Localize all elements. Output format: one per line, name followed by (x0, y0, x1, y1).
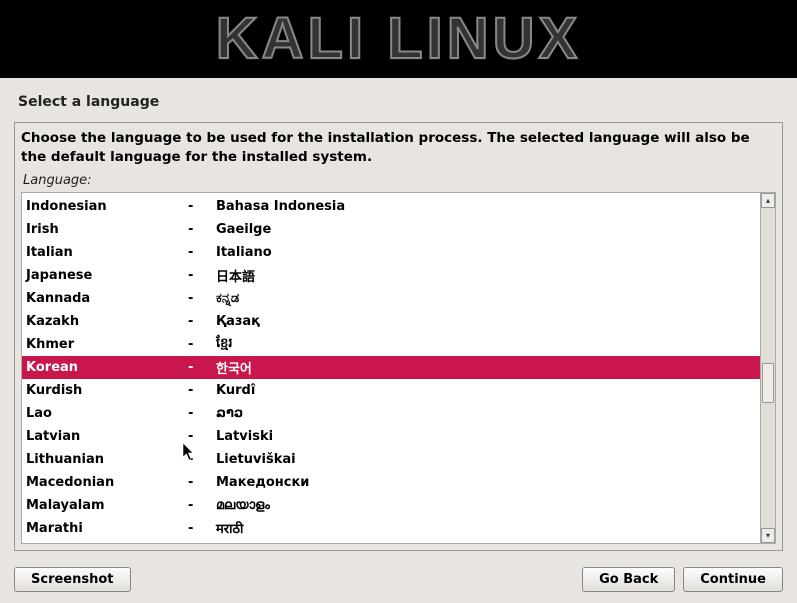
language-english-name: Korean (26, 360, 188, 375)
language-row[interactable]: Italian-Italiano (22, 241, 760, 264)
content-area: Select a language Choose the language to… (0, 78, 797, 551)
language-english-name: Italian (26, 245, 188, 260)
language-native-name: 日本語 (216, 266, 760, 285)
language-row[interactable]: Marathi-मराठी (22, 517, 760, 540)
language-row[interactable]: Korean-한국어 (22, 356, 760, 379)
language-separator: - (188, 337, 216, 352)
scrollbar[interactable]: ▴ ▾ (760, 192, 776, 544)
footer: Screenshot Go Back Continue (0, 551, 797, 592)
language-native-name: മലയാളം (216, 498, 760, 513)
language-separator: - (188, 406, 216, 421)
language-english-name: Kannada (26, 291, 188, 306)
go-back-button[interactable]: Go Back (582, 567, 675, 592)
language-separator: - (188, 521, 216, 536)
language-row[interactable]: Irish-Gaeilge (22, 218, 760, 241)
language-native-name: Latviski (216, 429, 760, 444)
language-english-name: Kazakh (26, 314, 188, 329)
language-native-name: मराठी (216, 519, 760, 537)
language-native-name: ລາວ (216, 406, 760, 421)
language-separator: - (188, 314, 216, 329)
language-row[interactable]: Latvian-Latviski (22, 425, 760, 448)
language-row[interactable]: Kurdish-Kurdî (22, 379, 760, 402)
language-separator: - (188, 360, 216, 375)
language-native-name: Kurdî (216, 383, 760, 398)
language-native-name: ಕನ್ನಡ (216, 291, 760, 306)
language-english-name: Lao (26, 406, 188, 421)
language-native-name: Lietuviškai (216, 452, 760, 467)
language-native-name: ខ្មែរ (216, 335, 760, 354)
continue-button[interactable]: Continue (683, 567, 783, 592)
language-native-name: Bahasa Indonesia (216, 199, 760, 214)
banner-title: KALI LINUX (216, 10, 581, 68)
language-separator: - (188, 383, 216, 398)
language-english-name: Irish (26, 222, 188, 237)
screenshot-button[interactable]: Screenshot (14, 567, 131, 592)
language-separator: - (188, 498, 216, 513)
language-english-name: Malayalam (26, 498, 188, 513)
language-row[interactable]: Kannada-ಕನ್ನಡ (22, 287, 760, 310)
language-english-name: Kurdish (26, 383, 188, 398)
language-english-name: Latvian (26, 429, 188, 444)
scroll-up-button[interactable]: ▴ (761, 193, 775, 208)
language-native-name: Gaeilge (216, 222, 760, 237)
language-list-wrapper: Indonesian-Bahasa IndonesiaIrish-Gaeilge… (21, 192, 776, 544)
language-row[interactable]: Indonesian-Bahasa Indonesia (22, 195, 760, 218)
language-separator: - (188, 452, 216, 467)
language-english-name: Lithuanian (26, 452, 188, 467)
banner: KALI LINUX (0, 0, 797, 78)
language-native-name: Italiano (216, 245, 760, 260)
language-native-name: 한국어 (216, 358, 760, 377)
language-native-name: Қазақ (216, 314, 760, 329)
language-english-name: Indonesian (26, 199, 188, 214)
language-separator: - (188, 291, 216, 306)
scroll-thumb[interactable] (762, 363, 774, 403)
language-row[interactable]: Lao-ລາວ (22, 402, 760, 425)
scroll-down-button[interactable]: ▾ (761, 528, 775, 543)
language-separator: - (188, 245, 216, 260)
language-english-name: Macedonian (26, 475, 188, 490)
language-native-name: Македонски (216, 475, 760, 490)
language-label: Language: (21, 171, 776, 192)
language-row[interactable]: Lithuanian-Lietuviškai (22, 448, 760, 471)
language-english-name: Japanese (26, 268, 188, 283)
instructions-text: Choose the language to be used for the i… (21, 129, 776, 171)
page-title: Select a language (18, 94, 783, 110)
language-english-name: Khmer (26, 337, 188, 352)
language-row[interactable]: Macedonian-Македонски (22, 471, 760, 494)
language-panel: Choose the language to be used for the i… (14, 122, 783, 551)
language-separator: - (188, 429, 216, 444)
language-row[interactable]: Malayalam-മലയാളം (22, 494, 760, 517)
language-row[interactable]: Khmer-ខ្មែរ (22, 333, 760, 356)
language-separator: - (188, 475, 216, 490)
language-english-name: Marathi (26, 521, 188, 536)
language-separator: - (188, 199, 216, 214)
language-separator: - (188, 268, 216, 283)
language-separator: - (188, 222, 216, 237)
language-listbox[interactable]: Indonesian-Bahasa IndonesiaIrish-Gaeilge… (21, 192, 760, 544)
language-row[interactable]: Japanese-日本語 (22, 264, 760, 287)
language-row[interactable]: Kazakh-Қазақ (22, 310, 760, 333)
